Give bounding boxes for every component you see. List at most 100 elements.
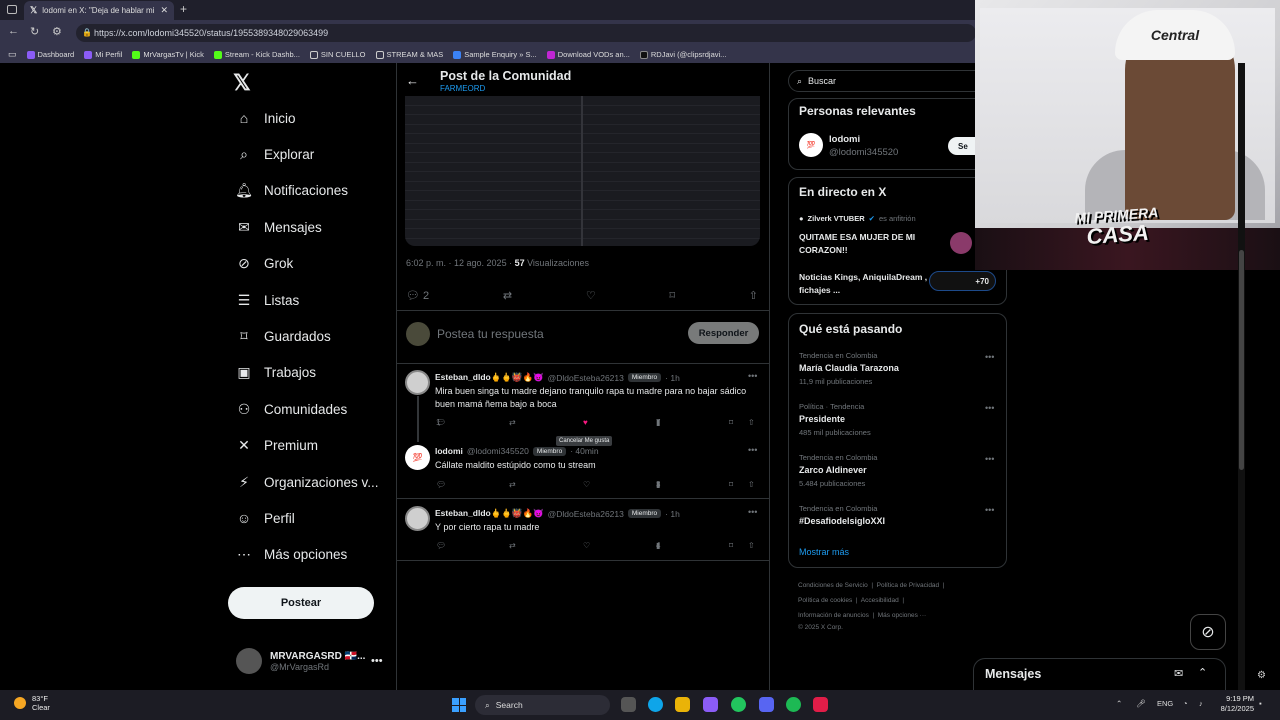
post-media[interactable] [405,96,760,246]
new-message-icon[interactable]: ✉ [1174,667,1183,680]
author-name[interactable]: Esteban_dldo🖕🖕👹🔥😈 [435,372,544,383]
bookmark-item[interactable]: Sample Enquiry » S... [453,50,537,59]
sidebar-item-perfil[interactable]: ☺ Perfil [236,510,295,526]
edge-icon[interactable] [648,697,663,712]
trend-name[interactable]: #DesafiodelsigloXXI [799,516,885,526]
file-explorer-icon[interactable] [675,697,690,712]
account-switcher[interactable]: MRVARGASRD 🇩🇴... @MrVargasRd [236,648,365,674]
gear-icon[interactable]: ⚙ [1257,670,1266,681]
expand-up-icon[interactable]: ⌃ [1198,666,1207,679]
language-indicator[interactable]: ENG [1157,699,1173,708]
sidebar-item-organizaciones-v[interactable]: ⚡︎ Organizaciones v... [236,474,378,490]
share-icon[interactable]: ⇧ [749,289,758,302]
more-dots-icon[interactable]: ••• [985,454,994,464]
more-dots-icon[interactable]: ••• [371,655,383,667]
bookmark-icon[interactable]: ⌑ [669,289,675,302]
repost-icon[interactable]: ⇄ [503,289,512,302]
reply-button[interactable]: Responder [688,322,759,344]
author-name[interactable]: Esteban_dldo🖕🖕👹🔥😈 [435,508,544,519]
scrollbar-thumb[interactable] [1239,250,1244,470]
wifi-icon[interactable]: ◔ [1183,699,1188,708]
reply-time[interactable]: · 40min [570,446,598,456]
sidebar-item-comunidades[interactable]: ⚇ Comunidades [236,401,348,417]
bookmark-icon[interactable]: ⌑ [729,480,733,489]
repost-icon[interactable]: ⇄ [509,541,516,550]
windows-start-icon[interactable] [452,698,466,712]
footer-link[interactable]: Política de Privacidad [877,582,940,589]
share-icon[interactable]: ⇧ [748,480,755,489]
author-handle[interactable]: @DldoEsteba26213 [548,373,624,383]
footer-link[interactable]: Condiciones de Servicio [798,582,868,589]
sidebar-item-grok[interactable]: ⊘ Grok [236,255,293,272]
sidebar-item-inicio[interactable]: ⌂ Inicio [236,110,296,126]
bookmark-icon[interactable]: ⌑ [729,541,733,550]
bookmarks-menu-icon[interactable]: ▭ [8,49,17,60]
share-icon[interactable]: ⇧ [748,418,755,427]
task-view-icon[interactable] [621,697,636,712]
trend-name[interactable]: Presidente [799,414,845,424]
footer-link[interactable]: Accesibilidad [861,597,899,604]
author-handle[interactable]: @DldoEsteba26213 [548,509,624,519]
trend-name[interactable]: Zarco Aldinever [799,465,867,475]
live-thumbnail[interactable] [950,232,972,254]
system-clock[interactable]: 9:19 PM 8/12/2025 [1218,694,1254,714]
discord-icon[interactable] [759,697,774,712]
show-more-link[interactable]: Mostrar más [799,547,849,557]
relevant-handle[interactable]: @lodomi345520 [829,147,898,158]
back-arrow-icon[interactable]: ← [406,73,419,88]
reply-icon[interactable]: 💬︎ [436,541,446,550]
sidebar-item-guardados[interactable]: ⌑ Guardados [236,328,330,344]
reply-icon[interactable]: 💬︎ [436,480,446,489]
back-arrow-icon[interactable]: ← [8,25,19,37]
sidebar-item-premium[interactable]: ✕ Premium [236,437,318,454]
browser-tab[interactable]: 𝕏 lodomi en X: "Deja de hablar mi ✕ [24,1,174,20]
bookmark-folder[interactable]: STREAM & MAS [375,50,443,59]
speaker-icon[interactable]: ♪ [1199,699,1203,708]
like-icon[interactable]: ♡ [583,480,590,489]
like-icon[interactable]: ♡ [586,289,596,302]
like-icon[interactable]: ♥ [583,418,588,427]
author-handle[interactable]: @lodomi345520 [467,446,529,456]
like-icon[interactable]: ♡ [583,541,590,550]
window-menu-icon[interactable] [7,5,17,14]
sidebar-item-explorar[interactable]: ⌕ Explorar [236,146,314,162]
post-button[interactable]: Postear [228,587,374,619]
messages-drawer[interactable]: Mensajes ✉ ⌃ [973,658,1226,690]
more-dots-icon[interactable]: ••• [985,403,994,413]
new-tab-icon[interactable]: + [180,2,187,16]
sidebar-item-notificaciones[interactable]: 🔔︎ Notificaciones [235,182,348,199]
avatar[interactable] [405,506,430,531]
sidebar-item-más-opciones[interactable]: ⋯ Más opciones [236,546,347,563]
copilot-icon[interactable] [703,697,718,712]
bookmark-item[interactable]: RDJavi (@clipsrdjavi... [639,50,726,59]
reload-icon[interactable]: ↻ [30,25,39,38]
bookmark-item[interactable]: Dashboard [26,50,74,59]
x-logo-icon[interactable]: 𝕏 [233,70,251,96]
live-host[interactable]: ● Zilverk VTUBER ✔ es anfitrión [799,214,916,223]
live-space-title[interactable]: Noticias Kings, AniquilaDream , fichajes… [799,271,929,296]
bookmark-folder[interactable]: SIN CUELLO [309,50,366,59]
bookmark-item[interactable]: Mi Perfil [84,50,122,59]
reply-time[interactable]: · 1h [665,373,680,383]
bookmark-item[interactable]: Download VODs an... [546,50,630,59]
search-input[interactable]: ⌕ Buscar [788,70,988,92]
spotify-icon[interactable] [786,697,801,712]
bookmark-icon[interactable]: ⌑ [729,418,733,427]
tab-close-icon[interactable]: ✕ [160,5,168,16]
sidebar-item-mensajes[interactable]: ✉ Mensajes [236,219,322,235]
bookmark-item[interactable]: MrVargasTv | Kick [132,50,204,59]
microphone-icon[interactable]: 🎤︎ [1136,699,1146,708]
grok-icon[interactable]: ⊘ [1190,614,1226,650]
repost-icon[interactable]: ⇄ [509,480,516,489]
more-dots-icon[interactable]: ••• [985,352,994,362]
footer-link[interactable]: Política de cookies [798,597,852,604]
author-name[interactable]: lodomi [435,446,463,456]
notification-icon[interactable]: ▪ [1259,699,1262,708]
taskbar-search[interactable]: ⌕ Search [475,695,610,715]
chevron-up-icon[interactable]: ⌃ [1116,699,1122,708]
chrome-icon[interactable] [731,697,746,712]
more-dots-icon[interactable]: ••• [985,505,994,515]
more-dots-icon[interactable]: ••• [748,507,757,517]
avatar[interactable]: 💯 [405,445,430,470]
footer-link[interactable]: Más opciones ··· [878,612,926,619]
